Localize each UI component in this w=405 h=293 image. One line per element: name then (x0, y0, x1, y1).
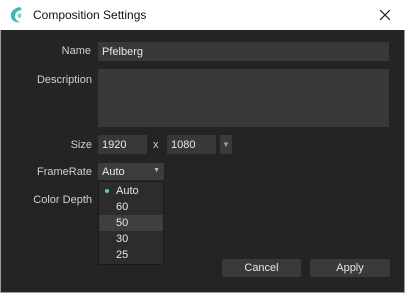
selected-bullet-icon (105, 189, 109, 193)
colordepth-label: Color Depth (33, 194, 92, 206)
size-preset-dropdown[interactable]: ▼ (220, 135, 232, 154)
option-label: 25 (116, 249, 129, 261)
window-title: Composition Settings (33, 8, 147, 22)
option-label: 50 (116, 217, 129, 229)
chevron-down-icon: ▼ (222, 140, 230, 149)
cancel-button[interactable]: Cancel (222, 259, 301, 277)
option-label: 30 (116, 233, 129, 245)
width-input[interactable]: 1920 (98, 135, 147, 154)
name-input[interactable]: Pfelberg (98, 42, 389, 61)
description-label: Description (36, 74, 92, 86)
framerate-dropdown-list: Auto 60 50 30 25 (98, 181, 164, 265)
framerate-option-50[interactable]: 50 (99, 215, 163, 231)
name-input-value: Pfelberg (102, 45, 143, 58)
height-value: 1080 (171, 138, 196, 151)
apply-button[interactable]: Apply (310, 259, 390, 277)
framerate-option-25[interactable]: 25 (99, 247, 163, 263)
size-separator: x (153, 139, 159, 151)
size-label: Size (70, 139, 92, 151)
framerate-selected-value: Auto (102, 165, 125, 178)
title-bar: Composition Settings (0, 0, 405, 30)
description-textarea[interactable] (98, 69, 389, 127)
height-input[interactable]: 1080 (167, 135, 216, 154)
framerate-select[interactable]: Auto ▼ (98, 163, 164, 180)
width-value: 1920 (102, 138, 127, 151)
framerate-option-30[interactable]: 30 (99, 231, 163, 247)
option-label: 60 (116, 201, 129, 213)
chevron-down-icon: ▼ (153, 167, 160, 174)
option-label: Auto (116, 185, 139, 197)
framerate-label: FrameRate (36, 166, 92, 178)
app-logo-icon (10, 7, 22, 23)
close-icon (379, 9, 391, 21)
dialog-body: Name Pfelberg Description Size 1920 x 10… (1, 30, 404, 292)
name-label: Name (61, 45, 91, 57)
framerate-option-60[interactable]: 60 (99, 199, 163, 215)
close-button[interactable] (372, 4, 398, 26)
framerate-option-auto[interactable]: Auto (99, 183, 163, 199)
